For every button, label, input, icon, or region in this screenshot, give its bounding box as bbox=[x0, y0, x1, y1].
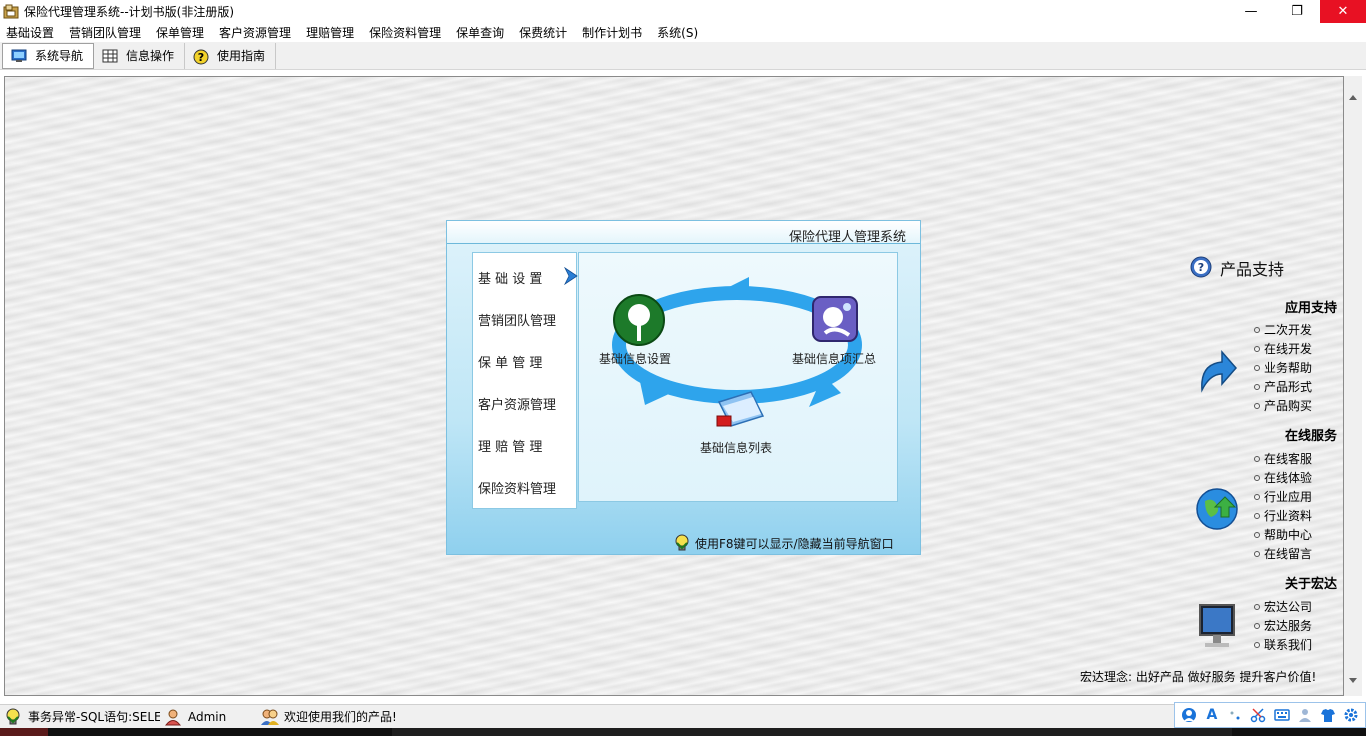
help-icon: ? bbox=[193, 49, 209, 64]
taskbar-strip bbox=[0, 728, 1366, 736]
summary-node-icon[interactable] bbox=[811, 295, 861, 350]
link-online-experience[interactable]: 在线体验 bbox=[1254, 469, 1312, 486]
tab-system-navigation-label: 系统导航 bbox=[35, 49, 84, 63]
link-hongda-company[interactable]: 宏达公司 bbox=[1254, 598, 1312, 615]
user-icon bbox=[164, 708, 182, 726]
navigation-panel: 保险代理人管理系统 基 础 设 置 营销团队管理 保 单 管 理 客户资源管理 … bbox=[446, 220, 921, 555]
menu-basic-settings[interactable]: 基础设置 bbox=[0, 24, 63, 41]
app-icon bbox=[3, 4, 19, 20]
tab-user-guide-label: 使用指南 bbox=[217, 49, 266, 63]
navigation-footer-text: 使用F8键可以显示/隐藏当前导航窗口 bbox=[695, 536, 894, 551]
link-hongda-service[interactable]: 宏达服务 bbox=[1254, 617, 1312, 634]
nav-item-claims[interactable]: 理 赔 管 理 bbox=[478, 436, 542, 455]
flow-node-info-list[interactable]: 基础信息列表 bbox=[700, 439, 772, 456]
section-online-service-title: 在线服务 bbox=[1285, 429, 1338, 444]
menu-claims[interactable]: 理赔管理 bbox=[300, 24, 363, 41]
ime-user-icon[interactable] bbox=[1297, 707, 1313, 723]
nav-item-customer-resources[interactable]: 客户资源管理 bbox=[478, 394, 556, 413]
link-industry-application[interactable]: 行业应用 bbox=[1254, 488, 1312, 505]
menu-premium-statistics[interactable]: 保费统计 bbox=[513, 24, 576, 41]
taskbar-start-segment[interactable] bbox=[0, 728, 48, 736]
globe-icon bbox=[1195, 487, 1239, 534]
nav-item-sales-team[interactable]: 营销团队管理 bbox=[478, 310, 556, 329]
section-about-title: 关于宏达 bbox=[1285, 577, 1338, 592]
warning-lightbulb-icon bbox=[4, 708, 22, 726]
users-icon bbox=[260, 708, 279, 726]
status-user-cell: Admin bbox=[160, 705, 256, 729]
status-user-name: Admin bbox=[188, 709, 227, 724]
computer-icon bbox=[1196, 603, 1238, 654]
ime-scissors-icon[interactable] bbox=[1250, 707, 1266, 723]
ime-settings-icon[interactable] bbox=[1343, 707, 1359, 723]
taskbar-app-segment[interactable] bbox=[392, 728, 1232, 736]
window-title: 保险代理管理系统--计划书版(非注册版) bbox=[24, 5, 235, 19]
link-product-form[interactable]: 产品形式 bbox=[1254, 378, 1312, 395]
settings-node-icon[interactable] bbox=[612, 293, 666, 350]
tab-system-navigation[interactable]: 系统导航 bbox=[2, 42, 95, 69]
navigation-flow-canvas: 基础信息设置 基础信息项汇总 基础信息列表 bbox=[578, 252, 898, 502]
question-icon: ? bbox=[1190, 256, 1212, 278]
menu-customer-resources[interactable]: 客户资源管理 bbox=[213, 24, 300, 41]
link-online-development[interactable]: 在线开发 bbox=[1254, 340, 1312, 357]
menu-policy-management[interactable]: 保单管理 bbox=[150, 24, 213, 41]
link-business-help[interactable]: 业务帮助 bbox=[1254, 359, 1312, 376]
product-support-title: 产品支持 bbox=[1220, 260, 1285, 279]
menu-sales-team[interactable]: 营销团队管理 bbox=[63, 24, 150, 41]
title-bar: 保险代理管理系统--计划书版(非注册版) — ❐ ✕ bbox=[0, 0, 1366, 23]
link-online-customer-service[interactable]: 在线客服 bbox=[1254, 450, 1312, 467]
monitor-icon bbox=[11, 49, 27, 63]
list-node-icon[interactable] bbox=[713, 388, 765, 435]
scroll-down-icon[interactable] bbox=[1349, 678, 1357, 683]
ime-toolbar: A bbox=[1174, 702, 1366, 728]
chevron-right-icon bbox=[563, 266, 579, 286]
menu-system[interactable]: 系统(S) bbox=[651, 24, 707, 41]
status-error-text: 事务异常-SQL语句:SELEC bbox=[28, 710, 160, 724]
menu-bar: 基础设置 营销团队管理 保单管理 客户资源管理 理赔管理 保险资料管理 保单查询… bbox=[0, 23, 1366, 42]
navigation-panel-title: 保险代理人管理系统 bbox=[788, 230, 906, 245]
ime-punctuation-icon[interactable] bbox=[1227, 707, 1243, 723]
nav-item-insurance-materials[interactable]: 保险资料管理 bbox=[478, 478, 556, 497]
status-welcome-text: 欢迎使用我们的产品! bbox=[284, 710, 397, 724]
link-online-message[interactable]: 在线留言 bbox=[1254, 545, 1312, 562]
menu-insurance-materials[interactable]: 保险资料管理 bbox=[363, 24, 450, 41]
link-industry-materials[interactable]: 行业资料 bbox=[1254, 507, 1312, 524]
scroll-up-icon[interactable] bbox=[1349, 95, 1357, 100]
tab-user-guide[interactable]: ? 使用指南 bbox=[185, 42, 277, 69]
vertical-scrollbar[interactable] bbox=[1344, 76, 1362, 696]
link-contact-us[interactable]: 联系我们 bbox=[1254, 636, 1312, 653]
link-help-center[interactable]: 帮助中心 bbox=[1254, 526, 1312, 543]
maximize-button[interactable]: ❐ bbox=[1274, 0, 1320, 23]
ime-mode-indicator[interactable]: A bbox=[1204, 707, 1220, 723]
arrow-curve-icon bbox=[1196, 346, 1238, 397]
navigation-menu: 基 础 设 置 营销团队管理 保 单 管 理 客户资源管理 理 赔 管 理 保险… bbox=[472, 252, 579, 509]
table-icon bbox=[102, 49, 118, 63]
ime-skin-icon[interactable] bbox=[1320, 707, 1336, 723]
menu-policy-query[interactable]: 保单查询 bbox=[450, 24, 513, 41]
company-motto: 宏达理念: 出好产品 做好服务 提升客户价值! bbox=[1080, 670, 1317, 684]
tip-lightbulb-icon bbox=[673, 534, 691, 552]
ime-keyboard-icon[interactable] bbox=[1273, 707, 1290, 723]
nav-item-policy-management[interactable]: 保 单 管 理 bbox=[478, 352, 542, 371]
toolbar: 系统导航 信息操作 ? 使用指南 bbox=[0, 42, 1366, 70]
link-product-purchase[interactable]: 产品购买 bbox=[1254, 397, 1312, 414]
status-bar: 事务异常-SQL语句:SELEC Admin 欢迎使用我们的产品! bbox=[0, 704, 1366, 728]
flow-node-info-summary[interactable]: 基础信息项汇总 bbox=[792, 350, 876, 367]
navigation-panel-header: 保险代理人管理系统 bbox=[447, 221, 920, 245]
ime-logo-icon[interactable] bbox=[1181, 707, 1197, 723]
minimize-button[interactable]: — bbox=[1228, 0, 1274, 23]
flow-cycle-diagram bbox=[612, 277, 862, 407]
navigation-footer: 使用F8键可以显示/隐藏当前导航窗口 bbox=[673, 534, 894, 552]
svg-text:?: ? bbox=[198, 51, 204, 64]
flow-node-basic-settings[interactable]: 基础信息设置 bbox=[599, 350, 671, 367]
svg-text:?: ? bbox=[1198, 261, 1204, 274]
menu-make-plan[interactable]: 制作计划书 bbox=[576, 24, 651, 41]
link-secondary-development[interactable]: 二次开发 bbox=[1254, 321, 1312, 338]
status-error-cell: 事务异常-SQL语句:SELEC bbox=[0, 705, 160, 729]
section-app-support-title: 应用支持 bbox=[1285, 301, 1338, 316]
tab-info-operation-label: 信息操作 bbox=[126, 49, 175, 63]
status-welcome-cell: 欢迎使用我们的产品! bbox=[256, 705, 556, 729]
tab-info-operation[interactable]: 信息操作 bbox=[94, 42, 186, 69]
close-button[interactable]: ✕ bbox=[1320, 0, 1366, 23]
nav-item-basic-settings[interactable]: 基 础 设 置 bbox=[478, 268, 542, 287]
